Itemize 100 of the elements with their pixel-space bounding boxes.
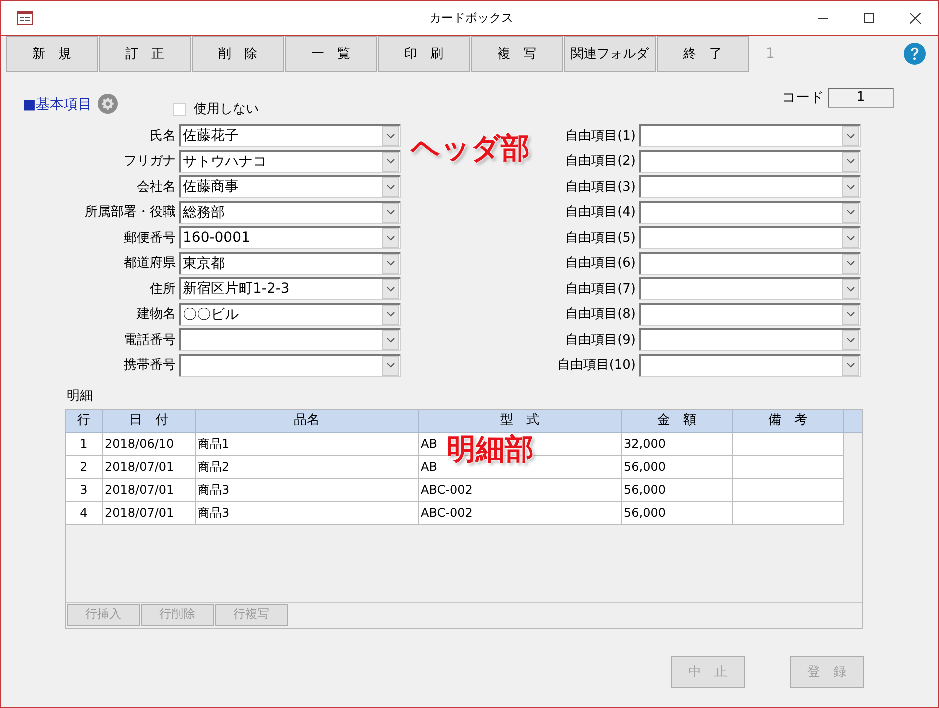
table-cell: 4: [66, 502, 103, 524]
close-icon[interactable]: [910, 12, 920, 24]
dropdown-button[interactable]: [382, 279, 399, 299]
combo-box[interactable]: サトウハナコ: [179, 150, 401, 172]
dropdown-button[interactable]: [842, 356, 859, 376]
table-cell: 2018/06/10: [103, 432, 196, 456]
caret-icon: [846, 236, 854, 240]
dropdown-button[interactable]: [382, 177, 399, 197]
field-label: 自由項目(5): [566, 230, 636, 246]
caret-icon: [386, 338, 394, 342]
dropdown-button[interactable]: [842, 304, 859, 324]
field-label: 氏名: [150, 128, 176, 144]
column-header: 金 額: [622, 410, 733, 432]
dropdown-button[interactable]: [382, 304, 399, 324]
detail-title: 明細: [67, 388, 94, 404]
help-icon[interactable]: [904, 43, 926, 65]
column-header: 行: [66, 410, 103, 432]
caret-icon: [846, 363, 854, 368]
dropdown-button[interactable]: [842, 177, 859, 197]
checkbox-label: 使用しない: [194, 101, 260, 118]
caret-icon: [386, 210, 394, 215]
dropdown-button[interactable]: [842, 279, 859, 299]
form-icon: [17, 11, 33, 25]
table-cell: 56,000: [622, 502, 733, 524]
combo-box[interactable]: [639, 354, 861, 376]
combo-box[interactable]: 佐藤花子: [179, 124, 401, 147]
caret-icon: [386, 159, 394, 164]
combo-box[interactable]: [639, 124, 861, 147]
dropdown-button[interactable]: [382, 330, 399, 350]
table-cell: 商品1: [196, 432, 419, 456]
caret-icon: [386, 286, 394, 292]
toolbar-button[interactable]: 新 規: [6, 36, 98, 72]
field-label: 電話番号: [124, 332, 176, 348]
combo-box[interactable]: [639, 277, 861, 300]
column-header: 型 式: [419, 410, 622, 432]
maximize-icon[interactable]: [864, 13, 874, 23]
combo-box[interactable]: [639, 252, 861, 274]
dropdown-button[interactable]: [842, 126, 859, 146]
table-cell: 56,000: [622, 478, 733, 502]
dropdown-button[interactable]: [382, 228, 399, 248]
dropdown-button[interactable]: [842, 254, 859, 274]
toolbar-button[interactable]: 印 刷: [378, 36, 470, 72]
combo-box[interactable]: [639, 175, 861, 198]
table-cell: 32,000: [622, 432, 733, 456]
table-cell: 商品3: [196, 502, 419, 524]
table-cell: 2: [66, 456, 103, 478]
caret-icon: [386, 261, 394, 266]
column-header: 品名: [196, 410, 419, 432]
dropdown-button[interactable]: [382, 126, 399, 146]
field-label: 自由項目(8): [566, 306, 636, 323]
toolbar-button[interactable]: 複 写: [471, 36, 563, 72]
toolbar-button[interactable]: 訂 正: [99, 36, 191, 72]
combo-box[interactable]: [639, 200, 861, 224]
caret-icon: [846, 261, 854, 266]
toolbar-button[interactable]: 削 除: [192, 36, 284, 72]
combo-box[interactable]: 〇〇ビル: [179, 302, 401, 326]
table-cell: 3: [66, 478, 103, 502]
dropdown-button[interactable]: [382, 152, 399, 172]
field-label: 自由項目(3): [566, 178, 636, 196]
field-label: 会社名: [137, 178, 176, 196]
dropdown-button[interactable]: [382, 356, 399, 376]
field-label: 自由項目(4): [566, 204, 636, 221]
combo-box[interactable]: [639, 150, 861, 172]
header-filler: [844, 410, 862, 432]
table-cell: 2018/07/01: [103, 502, 196, 524]
toolbar-button[interactable]: 終 了: [657, 36, 749, 72]
table-cell: 2018/07/01: [103, 478, 196, 502]
dropdown-button[interactable]: [382, 202, 399, 222]
combo-box[interactable]: 佐藤商事: [179, 175, 401, 198]
combo-box[interactable]: 160-0001: [179, 226, 401, 249]
combo-box[interactable]: [179, 354, 401, 376]
field-label: 都道府県: [124, 255, 176, 272]
field-label: 建物名: [137, 306, 176, 323]
combo-box[interactable]: 東京都: [179, 252, 401, 274]
toolbar-button[interactable]: 関連フォルダ: [564, 36, 656, 72]
caret-icon: [846, 134, 854, 138]
dropdown-button[interactable]: [382, 254, 399, 274]
combo-box[interactable]: 総務部: [179, 200, 401, 224]
field-label: 自由項目(7): [566, 280, 636, 298]
field-label: フリガナ: [124, 153, 176, 170]
dropdown-button[interactable]: [842, 330, 859, 350]
section-title: ■基本項目: [23, 96, 92, 114]
combo-box[interactable]: 新宿区片町1-2-3: [179, 277, 401, 300]
settings-icon[interactable]: [98, 94, 118, 114]
table-cell: ABC-002: [419, 478, 622, 502]
combo-box[interactable]: [639, 302, 861, 326]
window-title: カードボックス: [428, 10, 514, 26]
dropdown-button[interactable]: [842, 152, 859, 172]
table-cell: 1: [66, 432, 103, 456]
toolbar-button[interactable]: 一 覧: [285, 36, 377, 72]
table-cell: 56,000: [622, 456, 733, 478]
combo-box[interactable]: [639, 328, 861, 351]
dropdown-button[interactable]: [842, 228, 859, 248]
dropdown-button[interactable]: [842, 202, 859, 222]
combo-box[interactable]: [639, 226, 861, 249]
combo-box[interactable]: [179, 328, 401, 351]
caret-icon: [386, 184, 394, 190]
caret-icon: [386, 312, 394, 317]
code-field[interactable]: 1: [828, 88, 894, 108]
annotation-label: ヘッダ部: [411, 130, 530, 167]
